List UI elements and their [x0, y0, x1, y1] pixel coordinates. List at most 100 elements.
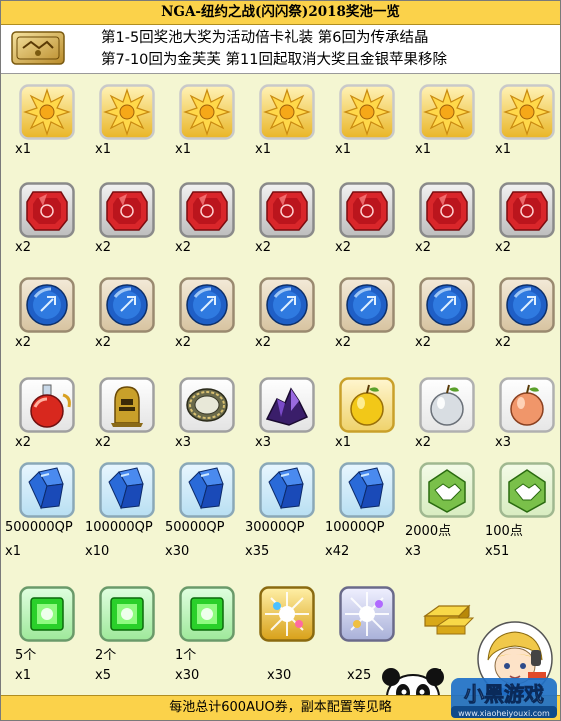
reward-quantity: x35 [245, 544, 270, 559]
reward-quantity: x2 [255, 335, 271, 350]
qp-crystal-icon [99, 462, 155, 518]
reward-cell: x1 [403, 84, 483, 184]
reward-quantity: x1 [175, 142, 191, 157]
reward-cell: 2000点 x3 [405, 462, 485, 562]
blue-gem-lancer-icon [179, 277, 235, 333]
red-gem-berserker-icon [499, 182, 555, 238]
reward-quantity: x2 [175, 240, 191, 255]
reward-grid: x1 x1 x1 x1 x1 x1 x1 x2 x2 x2 x2 x2 x2 x… [1, 74, 560, 697]
reward-cell: x1 [323, 84, 403, 184]
green-cube-icon [19, 586, 75, 642]
reward-quantity: x25 [347, 668, 372, 683]
reward-quantity: x3 [405, 544, 421, 559]
blue-gem-berserker-icon [499, 277, 555, 333]
reward-cell: 50000QP x30 [165, 462, 245, 562]
reward-cell: x1 [83, 84, 163, 184]
reward-quantity: x2 [175, 335, 191, 350]
reward-quantity: x2 [495, 240, 511, 255]
reward-name: 100000QP [85, 520, 153, 535]
reward-name: 30000QP [245, 520, 305, 535]
reward-cell: x1 [483, 84, 560, 184]
reward-cell: 10000QP x42 [325, 462, 405, 562]
reward-cell: x2 [403, 277, 483, 377]
qp-crystal-icon [339, 462, 395, 518]
note-line-2: 第7-10回为金芙芙 第11回起取消大奖且金银苹果移除 [101, 52, 447, 68]
golden-apple-icon [339, 377, 395, 433]
footer-text: 每池总计600AUO券，副本配置等见 [169, 700, 379, 715]
page-title: NGA-纽约之战(闪闪祭)2018奖池一览 [1, 1, 560, 25]
reward-name: 10000QP [325, 520, 385, 535]
qp-crystal-icon [19, 462, 75, 518]
blue-gem-assassin-icon [419, 277, 475, 333]
reward-cell: 100点 x51 [485, 462, 560, 562]
reward-cell: 100000QP x10 [85, 462, 165, 562]
gold-piece-lancer-icon [179, 84, 235, 140]
reward-name: 2个 [95, 648, 117, 663]
reward-name: 500000QP [5, 520, 73, 535]
xiaohei-logo: 小黑游戏 www.xiaoheiyouxi.com [451, 678, 557, 718]
reward-cell: x2 [163, 182, 243, 282]
gold-bar-icon [423, 604, 475, 635]
golden-helmet-icon [99, 377, 155, 433]
bronze-ring-icon [179, 377, 235, 433]
red-gem-archer-icon [99, 182, 155, 238]
green-cube-icon [99, 586, 155, 642]
potion-flask-icon [19, 377, 75, 433]
reward-quantity: x2 [95, 240, 111, 255]
purple-crystal-icon [259, 377, 315, 433]
gold-piece-saber-icon [19, 84, 75, 140]
reward-quantity: x1 [15, 668, 31, 683]
reward-quantity: x1 [255, 142, 271, 157]
qp-crystal-icon [259, 462, 315, 518]
silver-starburst-icon [339, 586, 395, 642]
reward-quantity: x10 [85, 544, 110, 559]
reward-quantity: x42 [325, 544, 350, 559]
reward-quantity: x3 [175, 435, 191, 450]
reward-cell: x2 [483, 277, 560, 377]
reward-quantity: x2 [15, 435, 31, 450]
reward-quantity: x51 [485, 544, 510, 559]
reward-cell: x1 [163, 84, 243, 184]
silver-apple-icon [419, 377, 475, 433]
event-ticket-icon [11, 31, 65, 65]
reward-cell: x2 [323, 182, 403, 282]
reward-quantity: x1 [335, 435, 351, 450]
red-gem-lancer-icon [179, 182, 235, 238]
reward-cell: x30 [243, 586, 323, 686]
reward-quantity: x2 [255, 240, 271, 255]
reward-cell: x2 [243, 182, 323, 282]
qp-crystal-icon [179, 462, 235, 518]
gold-piece-berserker-icon [499, 84, 555, 140]
gold-piece-archer-icon [99, 84, 155, 140]
reward-quantity: x1 [95, 142, 111, 157]
gold-starburst-icon [259, 586, 315, 642]
reward-name: 5个 [15, 648, 37, 663]
reward-cell: x2 [243, 277, 323, 377]
blue-gem-archer-icon [99, 277, 155, 333]
red-gem-saber-icon [19, 182, 75, 238]
footer-tail: 略 [378, 700, 392, 715]
gold-piece-assassin-icon [419, 84, 475, 140]
logo-url: www.xiaoheiyouxi.com [458, 709, 550, 718]
reward-cell: x2 [483, 182, 560, 282]
gold-piece-rider-icon [259, 84, 315, 140]
reward-pool-sheet: NGA-纽约之战(闪闪祭)2018奖池一览 第1-5回奖池大奖为活动倍卡礼装 第… [0, 0, 561, 721]
reward-quantity: x2 [335, 335, 351, 350]
reward-cell: x1 [3, 84, 83, 184]
reward-quantity: x3 [495, 435, 511, 450]
reward-cell: 500000QP x1 [5, 462, 85, 562]
notes-panel: 第1-5回奖池大奖为活动倍卡礼装 第6回为传承结晶 第7-10回为金芙芙 第11… [1, 25, 560, 74]
blue-gem-rider-icon [259, 277, 315, 333]
reward-quantity: x2 [495, 335, 511, 350]
reward-quantity: x2 [415, 435, 431, 450]
logo-text: 小黑游戏 [464, 682, 544, 706]
reward-quantity: x2 [95, 435, 111, 450]
reward-quantity: x1 [495, 142, 511, 157]
reward-quantity: x2 [415, 335, 431, 350]
reward-quantity: x3 [255, 435, 271, 450]
green-cube-icon [179, 586, 235, 642]
reward-quantity: x30 [175, 668, 200, 683]
reward-quantity: x1 [335, 142, 351, 157]
reward-cell: x1 [243, 84, 323, 184]
reward-cell: x2 [403, 182, 483, 282]
